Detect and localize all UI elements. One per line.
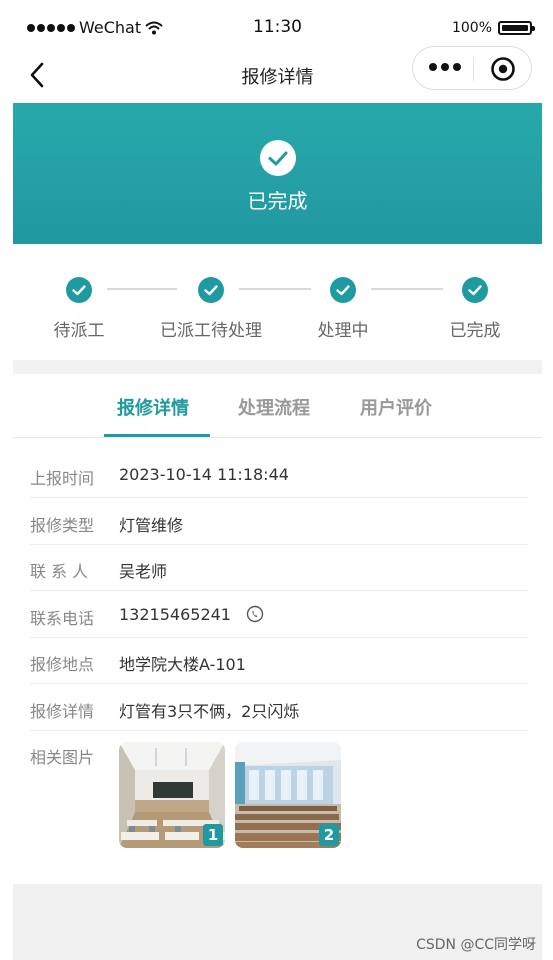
detail-value: 2023-10-14 11:18:44 (119, 465, 289, 484)
repair-photo-2[interactable]: 2 (235, 742, 341, 848)
watermark-text: CSDN @CC同学呀 (416, 937, 536, 953)
repair-photo-1[interactable]: 1 (119, 742, 225, 848)
tab-repair-details[interactable]: 报修详情 (117, 394, 189, 420)
row-divider (30, 590, 528, 591)
detail-key: 联系电话 (30, 609, 95, 628)
phone-call-icon[interactable] (246, 605, 264, 623)
mini-program-capsule (412, 46, 532, 90)
close-mini-program-icon[interactable] (490, 56, 516, 82)
detail-value-wrap: 13215465241 (119, 605, 264, 624)
step-label: 待派工 (53, 321, 105, 341)
step-label: 已完成 (449, 321, 501, 341)
tab-process-flow[interactable]: 处理流程 (238, 394, 310, 420)
detail-value: 吴老师 (119, 562, 168, 581)
detail-row-phone: 联系电话 13215465241 (13, 592, 542, 638)
step-label: 处理中 (317, 321, 369, 341)
detail-key: 上报时间 (30, 469, 95, 488)
row-divider (30, 497, 528, 498)
detail-key: 联 系 人 (30, 562, 89, 581)
step-connector (107, 288, 177, 290)
app-frame: WeChat 11:30 100% 报修详情 已完成 待派工 已派工待处理 处理… (13, 0, 542, 960)
step-connector (371, 288, 443, 290)
tab-bar: 报修详情 处理流程 用户评价 (13, 374, 542, 438)
detail-row-description: 报修详情 灯管有3只不俩，2只闪烁 (13, 685, 542, 731)
step-check-icon (198, 277, 224, 303)
detail-row-repair-type: 报修类型 灯管维修 (13, 499, 542, 545)
detail-row-contact: 联 系 人 吴老师 (13, 545, 542, 591)
detail-card: 报修详情 处理流程 用户评价 上报时间 2023-10-14 11:18:44 … (13, 374, 542, 884)
progress-steps: 待派工 已派工待处理 处理中 已完成 (13, 244, 542, 360)
step-label: 已派工待处理 (160, 321, 262, 341)
detail-key: 报修类型 (30, 516, 95, 535)
status-banner: 已完成 (13, 103, 542, 244)
active-tab-indicator (104, 434, 210, 437)
detail-key: 报修详情 (30, 702, 95, 721)
status-text: 已完成 (247, 189, 308, 213)
photo-index-badge: 1 (203, 824, 223, 846)
capsule-divider (473, 57, 474, 81)
photo-index-badge: 2 (319, 824, 339, 846)
row-divider (30, 683, 528, 684)
tab-user-review[interactable]: 用户评价 (360, 394, 432, 420)
detail-row-location: 报修地点 地学院大楼A-101 (13, 638, 542, 684)
battery-percent: 100% (451, 20, 492, 36)
detail-value: 灯管维修 (119, 516, 184, 535)
step-check-icon (66, 277, 92, 303)
step-check-icon (462, 277, 488, 303)
detail-value: 灯管有3只不俩，2只闪烁 (119, 702, 300, 721)
detail-row-report-time: 上报时间 2023-10-14 11:18:44 (13, 452, 542, 498)
page-bottom-area: CSDN @CC同学呀 (13, 884, 542, 960)
phone-number[interactable]: 13215465241 (119, 605, 231, 624)
step-connector (239, 288, 311, 290)
detail-value: 地学院大楼A-101 (119, 655, 246, 674)
more-options-icon[interactable] (429, 63, 461, 71)
detail-key: 相关图片 (30, 748, 95, 767)
battery-icon (498, 21, 535, 35)
navigation-bar: 报修详情 (13, 46, 542, 103)
battery-info: 100% (451, 20, 535, 36)
step-check-icon (330, 277, 356, 303)
detail-key: 报修地点 (30, 655, 95, 674)
check-circle-icon (260, 140, 296, 176)
